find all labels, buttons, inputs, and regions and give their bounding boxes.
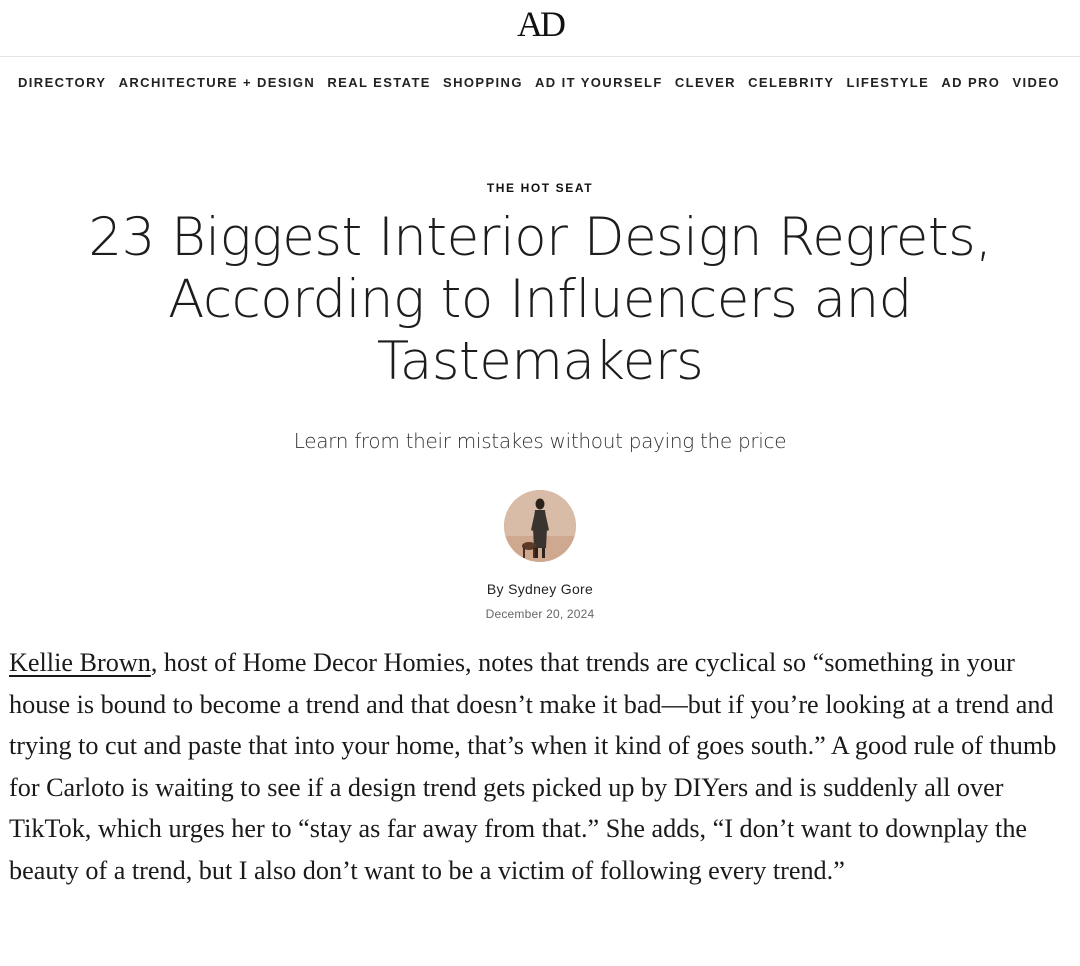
article-header: THE HOT SEAT 23 Biggest Interior Design … <box>0 181 1080 621</box>
site-header: AD <box>0 0 1080 57</box>
article-dek: Learn from their mistakes without paying… <box>293 429 787 453</box>
nav-item-directory[interactable]: DIRECTORY <box>18 75 106 90</box>
kellie-brown-link[interactable]: Kellie Brown <box>9 648 151 677</box>
article-headline: 23 Biggest Interior Design Regrets, Acco… <box>88 207 992 392</box>
article-byline: By Sydney Gore <box>0 581 1080 597</box>
body-paragraph: Kellie Brown, host of Home Decor Homies,… <box>9 642 1077 892</box>
publish-date: December 20, 2024 <box>485 607 595 621</box>
nav-item-clever[interactable]: CLEVER <box>675 75 736 90</box>
nav-item-real-estate[interactable]: REAL ESTATE <box>327 75 431 90</box>
author-avatar[interactable] <box>504 490 576 562</box>
byline-prefix: By <box>486 581 509 597</box>
body-paragraph-text: , host of Home Decor Homies, notes that … <box>9 648 1057 885</box>
nav-item-ad-it-yourself[interactable]: AD IT YOURSELF <box>535 75 663 90</box>
article-rubric[interactable]: THE HOT SEAT <box>0 181 1080 195</box>
nav-item-lifestyle[interactable]: LIFESTYLE <box>847 75 930 90</box>
nav-item-architecture-design[interactable]: ARCHITECTURE + DESIGN <box>119 75 316 90</box>
author-portrait-icon <box>504 490 576 562</box>
nav-item-video[interactable]: VIDEO <box>1012 75 1059 90</box>
site-logo[interactable]: AD <box>517 4 566 44</box>
main-nav: DIRECTORY ARCHITECTURE + DESIGN REAL EST… <box>0 57 1080 107</box>
article-body: Kellie Brown, host of Home Decor Homies,… <box>9 642 1077 892</box>
nav-item-ad-pro[interactable]: AD PRO <box>941 75 1000 90</box>
author-name-link[interactable]: Sydney Gore <box>508 581 593 597</box>
nav-item-celebrity[interactable]: CELEBRITY <box>748 75 834 90</box>
nav-item-shopping[interactable]: SHOPPING <box>443 75 523 90</box>
